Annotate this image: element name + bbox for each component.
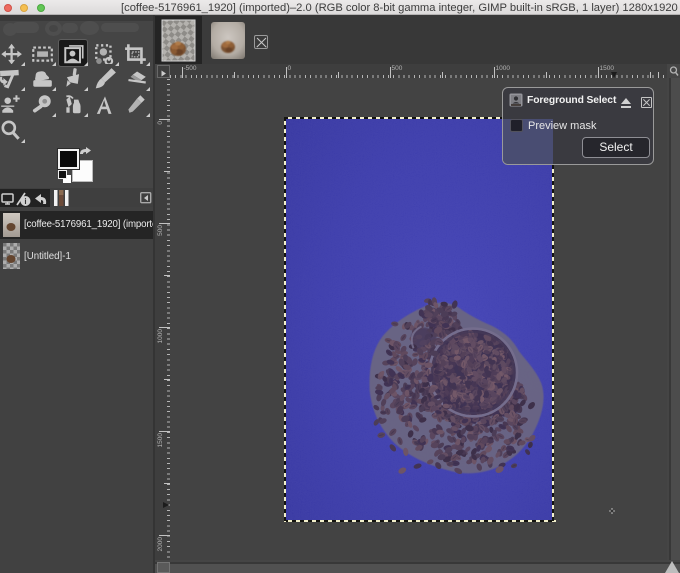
svg-text:i: i — [24, 197, 26, 206]
